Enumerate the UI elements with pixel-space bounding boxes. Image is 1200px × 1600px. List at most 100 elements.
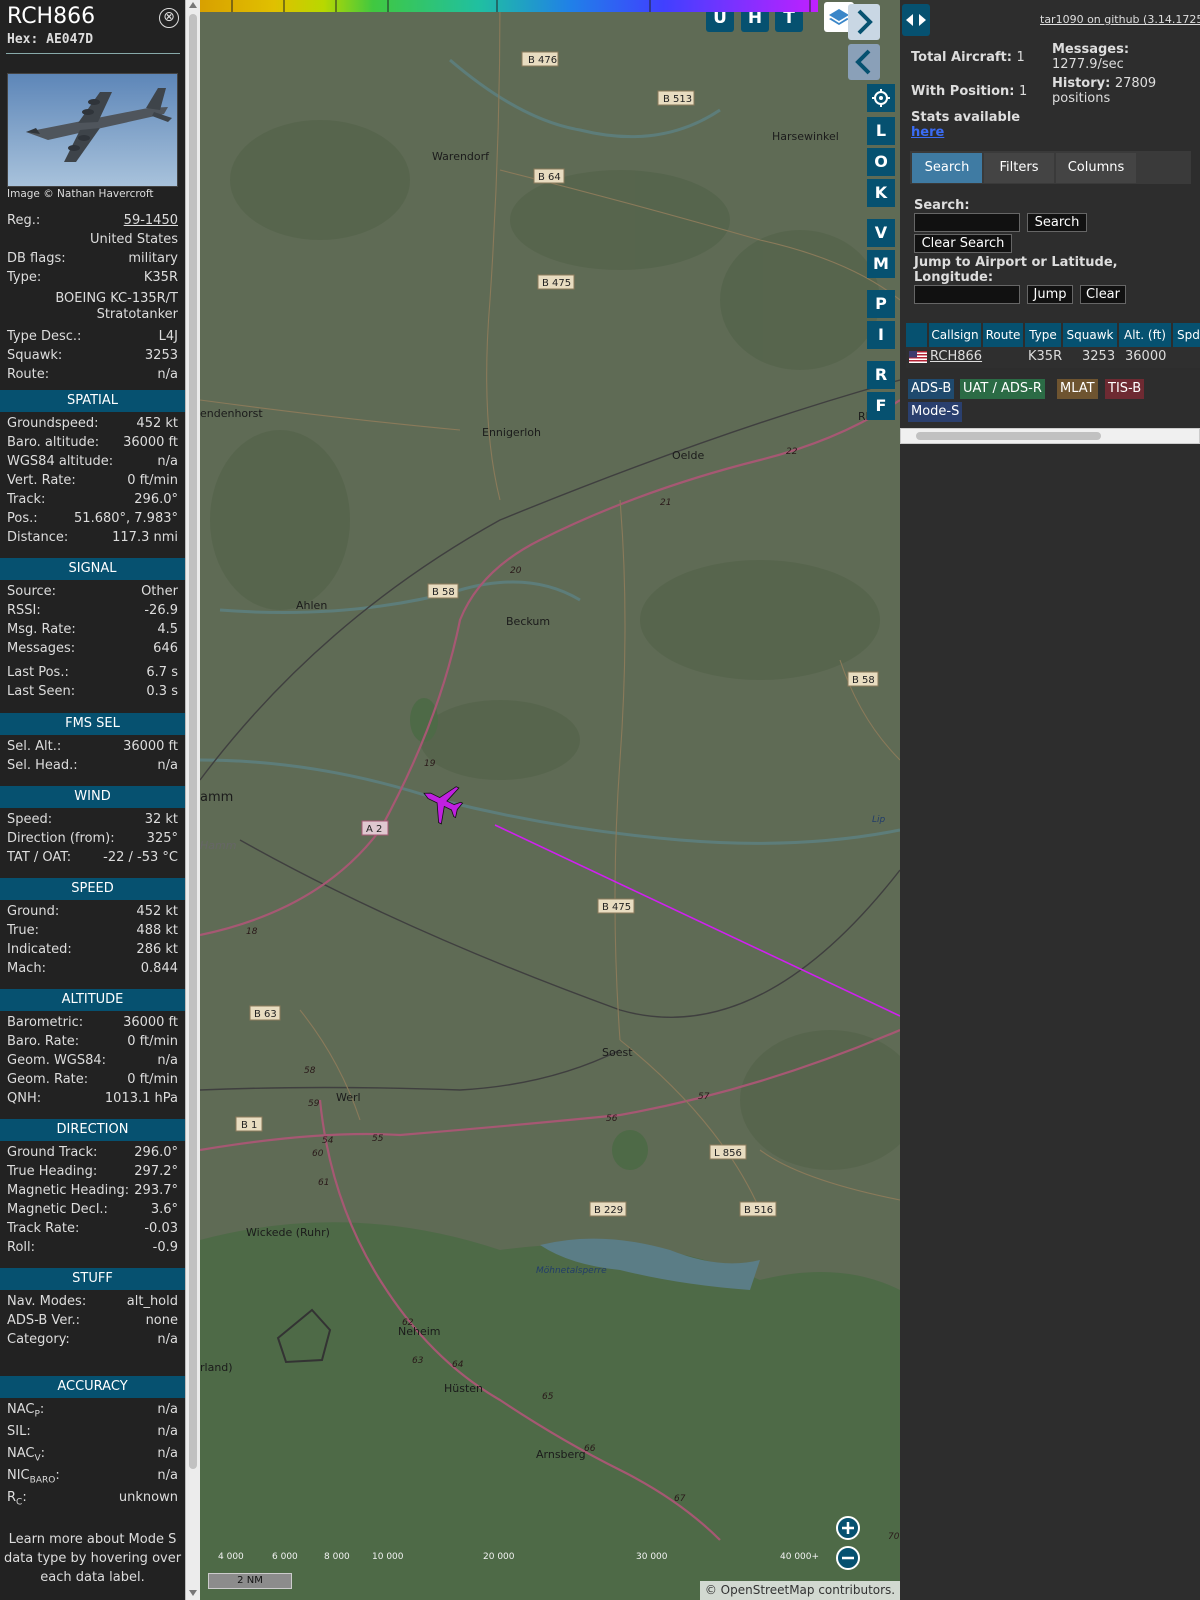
signal-row: Last Pos.: 6.7 s — [7, 665, 178, 683]
altitude-label: QNH: — [7, 1091, 41, 1106]
direction-row: True Heading: 297.2° — [7, 1164, 178, 1182]
scrollbar-thumb[interactable] — [189, 14, 197, 1469]
close-icon[interactable]: ⊗ — [159, 8, 179, 28]
section-fms: FMS SEL — [0, 713, 185, 735]
exit-65: 65 — [542, 1392, 554, 1402]
stats-here-link[interactable]: here — [911, 125, 944, 140]
section-wind: WIND — [0, 786, 185, 808]
accuracy-label-text: NAC — [7, 1402, 35, 1417]
map-toggle-l-button[interactable]: L — [867, 117, 895, 145]
expand-sidebar-button[interactable] — [848, 4, 880, 40]
clear-jump-button[interactable]: Clear — [1080, 285, 1126, 304]
accuracy-label: NICBARO: — [7, 1468, 60, 1486]
altitude-label-text: Baro. Rate: — [7, 1034, 80, 1049]
direction-value: 3.6° — [150, 1202, 178, 1217]
source-badge-tisb[interactable]: TIS-B — [1105, 379, 1145, 399]
map-toggle-p-button[interactable]: P — [867, 290, 895, 318]
map-toggle-k-button[interactable]: K — [867, 179, 895, 207]
map-toggle-i-button[interactable]: I — [867, 321, 895, 349]
source-badge-mlat[interactable]: MLAT — [1057, 379, 1098, 399]
sidebar-panel: tar1090 on github (3.14.1725) Total Airc… — [900, 0, 1200, 1600]
info-panel-scrollbar[interactable] — [185, 0, 200, 1600]
jump-button[interactable]: Jump — [1027, 285, 1073, 304]
info-row-dbflags: DB flags: military — [7, 251, 178, 269]
table-row[interactable]: RCH866 K35R 3253 36000 — [906, 347, 1200, 368]
wind-value: 32 kt — [144, 812, 178, 827]
reg-link[interactable]: 59-1450 — [124, 213, 178, 228]
aircraft-photo[interactable] — [7, 73, 178, 187]
exit-67: 67 — [674, 1494, 686, 1504]
tab-columns[interactable]: Columns — [1056, 153, 1136, 183]
road-a2: A 2 — [366, 824, 382, 835]
signal-value: 4.5 — [157, 622, 178, 637]
search-input[interactable] — [914, 213, 1020, 232]
zoom-out-button[interactable] — [836, 1546, 860, 1570]
column-route[interactable]: Route — [983, 323, 1023, 347]
map-label-lip: Lip — [872, 815, 886, 825]
dbflags-value: military — [128, 251, 178, 266]
aircraft-callsign: RCH866 — [7, 4, 96, 29]
title-divider — [6, 53, 180, 54]
map-toggle-m-button[interactable]: M — [867, 250, 895, 278]
search-label: Search: — [914, 198, 970, 213]
section-speed: SPEED — [0, 878, 185, 900]
column-callsign[interactable]: Callsign — [929, 323, 981, 347]
section-signal: SIGNAL — [0, 558, 185, 580]
accuracy-label-text: R — [7, 1490, 17, 1505]
source-badge-adsb[interactable]: ADS-B — [908, 379, 955, 399]
map-label-arnsberg: Arnsberg — [536, 1448, 586, 1461]
source-badge-uat[interactable]: UAT / ADS-R — [960, 379, 1045, 399]
signal-value: 0.3 s — [146, 684, 178, 699]
scroll-up-arrow-icon[interactable] — [189, 2, 197, 8]
spatial-label-text: Track: — [7, 492, 46, 507]
column-squawk[interactable]: Squawk — [1063, 323, 1117, 347]
exit-55: 55 — [372, 1134, 384, 1144]
settings-button[interactable] — [867, 84, 895, 112]
column-speed[interactable]: Spd. — [1173, 323, 1200, 347]
accuracy-value: n/a — [157, 1446, 178, 1461]
column-type[interactable]: Type — [1025, 323, 1061, 347]
column-altitude[interactable]: Alt. (ft) — [1119, 323, 1171, 347]
zoom-in-button[interactable] — [836, 1516, 860, 1540]
accuracy-value: unknown — [118, 1490, 178, 1505]
toggle-sidebar-width-button[interactable] — [902, 4, 930, 36]
column-flag[interactable] — [906, 323, 927, 347]
map-toggle-r-button[interactable]: R — [867, 361, 895, 389]
stuff-value: n/a — [157, 1332, 178, 1347]
map-toggle-v-button[interactable]: V — [867, 219, 895, 247]
tab-search[interactable]: Search — [912, 153, 982, 183]
direction-label-text: Magnetic Decl.: — [7, 1202, 108, 1217]
source-badge-modes[interactable]: Mode-S — [908, 402, 963, 422]
stats-available: Stats available here — [911, 110, 1020, 140]
altitude-label-text: Barometric: — [7, 1015, 84, 1030]
map-canvas[interactable]: Warendorf Harsewinkel Ennigerloh Oelde A… — [200, 0, 900, 1600]
map-toggle-f-button[interactable]: F — [867, 392, 895, 420]
collapse-sidebar-button[interactable] — [848, 44, 880, 80]
aircraft-table-header: Callsign Route Type Squawk Alt. (ft) Spd… — [906, 323, 1200, 347]
horizontal-scrollbar-thumb[interactable] — [916, 432, 1101, 440]
section-direction: DIRECTION — [0, 1119, 185, 1141]
row-callsign[interactable]: RCH866 — [930, 349, 982, 364]
accuracy-row: NACV: n/a — [7, 1446, 178, 1464]
accuracy-value: n/a — [157, 1402, 178, 1417]
signal-row: Messages: 646 — [7, 641, 178, 659]
road-b58-west: B 58 — [432, 587, 455, 598]
table-horizontal-scrollbar[interactable] — [900, 428, 1200, 444]
fms-row: Sel. Head.: n/a — [7, 758, 178, 776]
scroll-down-arrow-icon[interactable] — [189, 1590, 197, 1596]
stuff-label: Category: — [7, 1332, 70, 1347]
github-link[interactable]: tar1090 on github (3.14.1725) — [1040, 13, 1200, 26]
search-button[interactable]: Search — [1027, 213, 1087, 232]
clear-search-button[interactable]: Clear Search — [914, 234, 1012, 253]
exit-57: 57 — [698, 1092, 710, 1102]
tab-filters[interactable]: Filters — [984, 153, 1054, 183]
signal-label: RSSI: — [7, 603, 41, 618]
map-attribution[interactable]: © OpenStreetMap contributors. — [700, 1581, 900, 1600]
aircraft-icon[interactable] — [415, 775, 468, 828]
squawk-label: Squawk: — [7, 348, 63, 363]
spatial-label-text: Baro. altitude: — [7, 435, 100, 450]
jump-label-line2: Longitude: — [914, 270, 994, 285]
map-toggle-o-button[interactable]: O — [867, 148, 895, 176]
with-position-value: 1 — [1019, 84, 1028, 99]
jump-input[interactable] — [914, 285, 1020, 304]
